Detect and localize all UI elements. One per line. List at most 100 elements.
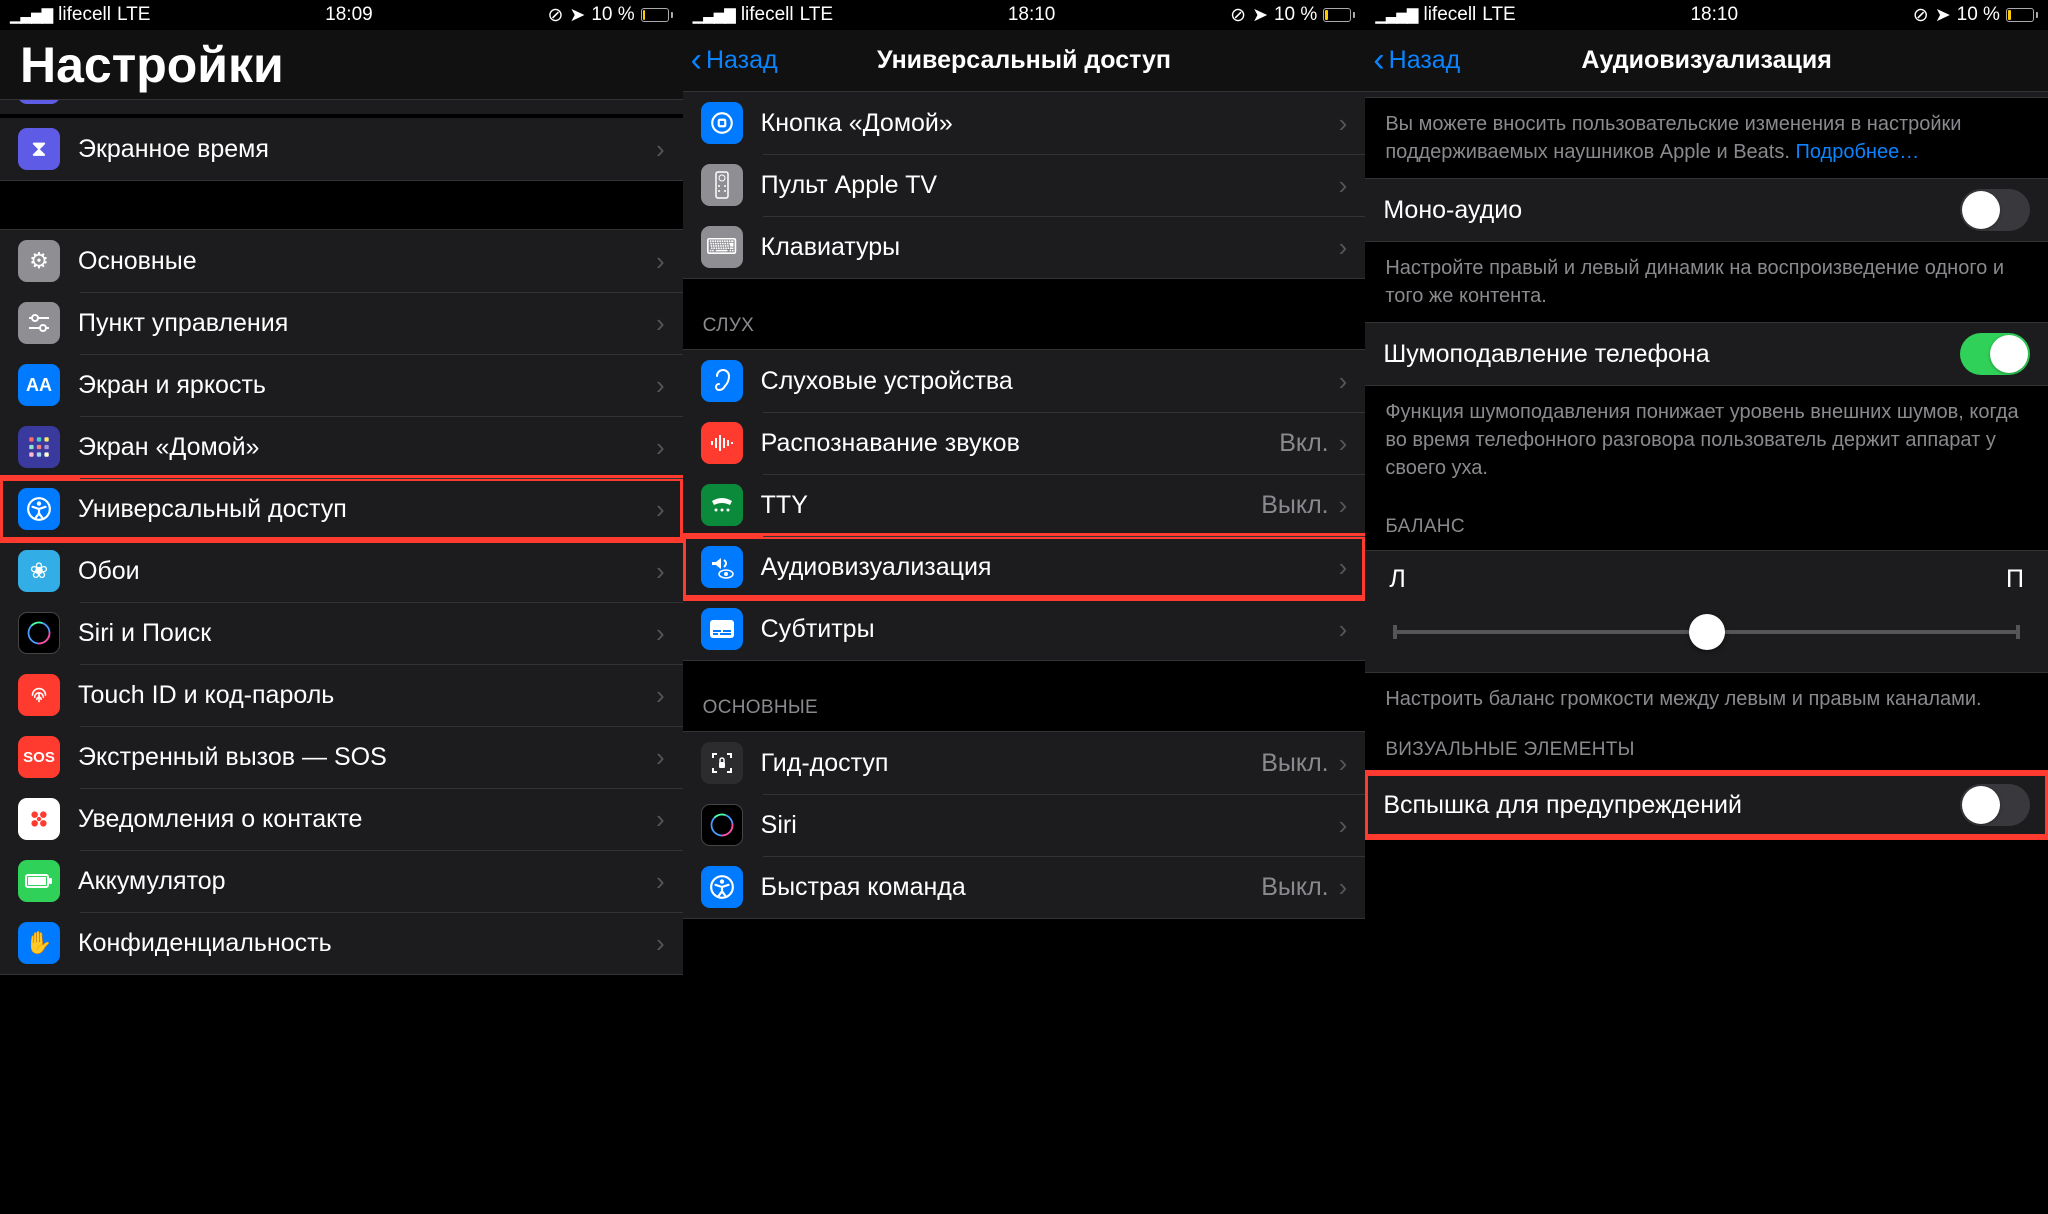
row-general[interactable]: ⚙ Основные ›	[0, 229, 683, 292]
nav-bar: Настройки	[0, 30, 683, 100]
slider-thumb[interactable]	[1689, 614, 1725, 650]
row-mono-audio[interactable]: Моно-аудио	[1365, 178, 2048, 242]
row-wallpaper[interactable]: ❀ Обои ›	[0, 540, 683, 602]
chevron-right-icon: ›	[1339, 810, 1348, 841]
battery-percent: 10 %	[1957, 4, 2000, 26]
carrier-label: lifecell	[1423, 4, 1476, 26]
sliders-icon	[18, 302, 60, 344]
page-title: Аудиовизуализация	[1365, 46, 2048, 75]
row-privacy[interactable]: ✋ Конфиденциальность ›	[0, 912, 683, 975]
noise-cancellation-desc: Функция шумоподавления понижает уровень …	[1365, 386, 2048, 494]
chevron-right-icon: ›	[656, 928, 665, 959]
row-home-button[interactable]: Кнопка «Домой» ›	[683, 92, 1366, 154]
row-guided-access[interactable]: Гид-доступ Выкл. ›	[683, 731, 1366, 794]
chevron-right-icon: ›	[656, 370, 665, 401]
row-screen-time[interactable]: ⧗ Экранное время ›	[0, 118, 683, 181]
balance-desc: Настроить баланс громкости между левым и…	[1365, 673, 2048, 725]
signal-icon: ▁▃▅▇	[1375, 6, 1417, 24]
battery-percent: 10 %	[1274, 4, 1317, 26]
row-accessibility-shortcut[interactable]: Быстрая команда Выкл. ›	[683, 856, 1366, 919]
row-hearing-devices[interactable]: Слуховые устройства ›	[683, 349, 1366, 412]
row-subtitles[interactable]: Субтитры ›	[683, 598, 1366, 661]
chevron-right-icon: ›	[1339, 170, 1348, 201]
balance-slider[interactable]	[1393, 630, 2020, 634]
screen-audio-visual: ▁▃▅▇ lifecell LTE 18:10 ⊘ ➤ 10 % ‹ Назад…	[1365, 0, 2048, 1214]
hourglass-icon: ⧗	[18, 128, 60, 170]
orientation-lock-icon: ⊘	[1913, 4, 1929, 27]
accessibility-icon	[18, 488, 60, 530]
balance-right-label: П	[2006, 565, 2024, 594]
remote-icon	[701, 164, 743, 206]
balance-left-label: Л	[1389, 565, 1405, 594]
row-keyboards[interactable]: ⌨ Клавиатуры ›	[683, 216, 1366, 279]
screen-accessibility: ▁▃▅▇ lifecell LTE 18:10 ⊘ ➤ 10 % ‹ Назад…	[683, 0, 1366, 1214]
section-hearing: СЛУХ	[683, 279, 1366, 349]
row-led-flash[interactable]: Вспышка для предупреждений	[1365, 773, 2048, 837]
back-button[interactable]: ‹ Назад	[1365, 46, 1460, 75]
status-bar: ▁▃▅▇ lifecell LTE 18:09 ⊘ ➤ 10 %	[0, 0, 683, 30]
row-accessibility[interactable]: Универсальный доступ ›	[0, 478, 683, 540]
section-balance: БАЛАНС	[1365, 494, 2048, 550]
chevron-right-icon: ›	[656, 618, 665, 649]
row-home-screen[interactable]: Экран «Домой» ›	[0, 416, 683, 478]
chevron-right-icon: ›	[1339, 232, 1348, 263]
chevron-right-icon: ›	[656, 556, 665, 587]
row-exposure-notifications[interactable]: Уведомления о контакте ›	[0, 788, 683, 850]
chevron-right-icon: ›	[1339, 552, 1348, 583]
row-emergency-sos[interactable]: SOS Экстренный вызов — SOS ›	[0, 726, 683, 788]
hand-icon: ✋	[18, 922, 60, 964]
speaker-eye-icon	[701, 546, 743, 588]
noise-cancellation-toggle[interactable]	[1960, 333, 2030, 375]
row-display-brightness[interactable]: AA Экран и яркость ›	[0, 354, 683, 416]
orientation-lock-icon: ⊘	[1230, 4, 1246, 27]
chevron-right-icon: ›	[656, 742, 665, 773]
accessibility-list[interactable]: Кнопка «Домой» › Пульт Apple TV › ⌨ Клав…	[683, 92, 1366, 1214]
home-button-icon	[701, 102, 743, 144]
chevron-right-icon: ›	[1339, 108, 1348, 139]
carrier-label: lifecell	[58, 4, 111, 26]
row-sound-recognition[interactable]: Распознавание звуков Вкл. ›	[683, 412, 1366, 474]
row-touch-id[interactable]: Touch ID и код-пароль ›	[0, 664, 683, 726]
learn-more-link[interactable]: Подробнее…	[1795, 141, 1919, 163]
gear-icon: ⚙	[18, 240, 60, 282]
settings-list[interactable]: ⧗ Экранное время › ⚙ Основные › Пункт уп…	[0, 100, 683, 1214]
location-icon: ➤	[569, 4, 585, 27]
accessibility-icon	[701, 866, 743, 908]
clock: 18:10	[1008, 4, 1056, 26]
row-audio-visual[interactable]: Аудиовизуализация ›	[683, 536, 1366, 598]
tty-icon	[701, 484, 743, 526]
text-size-icon: AA	[18, 364, 60, 406]
chevron-right-icon: ›	[656, 804, 665, 835]
signal-icon: ▁▃▅▇	[10, 6, 52, 24]
blank-icon	[18, 100, 60, 104]
signal-icon: ▁▃▅▇	[693, 6, 735, 24]
chevron-right-icon: ›	[656, 308, 665, 339]
section-general: ОСНОВНЫЕ	[683, 661, 1366, 731]
chevron-right-icon: ›	[656, 432, 665, 463]
fingerprint-icon	[18, 674, 60, 716]
orientation-lock-icon: ⊘	[547, 4, 563, 27]
row-battery[interactable]: Аккумулятор ›	[0, 850, 683, 912]
grid-icon	[18, 426, 60, 468]
page-title: Настройки	[0, 36, 284, 94]
row-apple-tv-remote[interactable]: Пульт Apple TV ›	[683, 154, 1366, 216]
led-flash-toggle[interactable]	[1960, 784, 2030, 826]
ear-icon	[701, 360, 743, 402]
chevron-right-icon: ›	[1339, 614, 1348, 645]
status-bar: ▁▃▅▇ lifecell LTE 18:10 ⊘ ➤ 10 %	[1365, 0, 2048, 30]
mono-audio-toggle[interactable]	[1960, 189, 2030, 231]
sos-icon: SOS	[18, 736, 60, 778]
chevron-left-icon: ‹	[691, 52, 702, 69]
clock: 18:09	[325, 4, 373, 26]
page-title: Универсальный доступ	[683, 46, 1366, 75]
row-noise-cancellation[interactable]: Шумоподавление телефона	[1365, 322, 2048, 386]
back-button[interactable]: ‹ Назад	[683, 46, 778, 75]
carrier-label: lifecell	[741, 4, 794, 26]
row-tty[interactable]: TTY Выкл. ›	[683, 474, 1366, 536]
row-siri-search[interactable]: Siri и Поиск ›	[0, 602, 683, 664]
location-icon: ➤	[1252, 4, 1268, 27]
row-siri[interactable]: Siri ›	[683, 794, 1366, 856]
battery-icon	[641, 8, 673, 22]
row-control-center[interactable]: Пункт управления ›	[0, 292, 683, 354]
audio-visual-list[interactable]: Вы можете вносить пользовательские измен…	[1365, 92, 2048, 1214]
